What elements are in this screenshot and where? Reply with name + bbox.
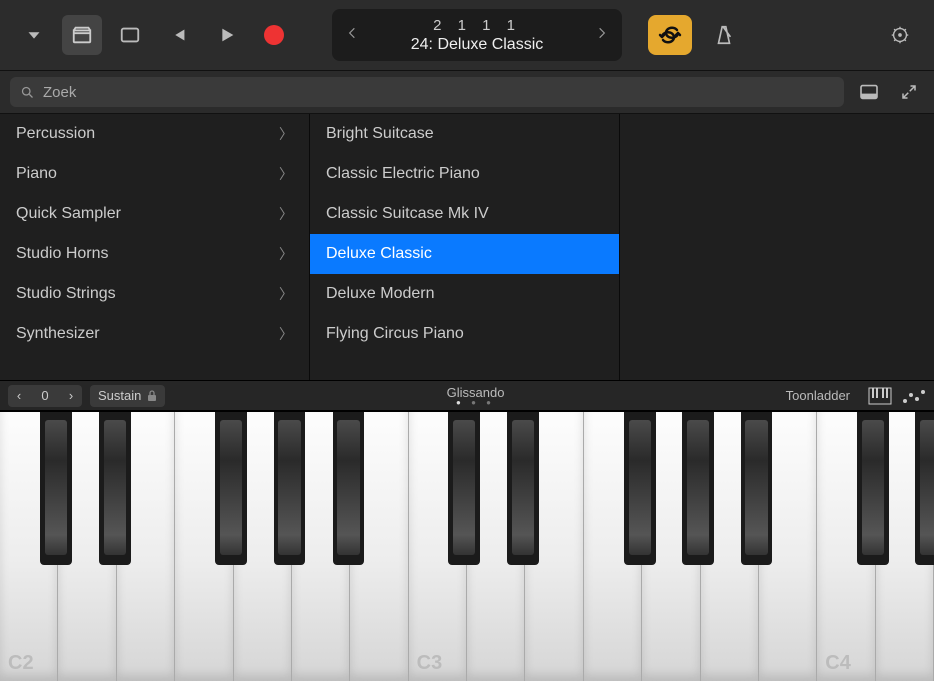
category-item[interactable]: Percussion 〉 [0, 114, 309, 154]
lcd-track-name: 24: Deluxe Classic [362, 36, 592, 54]
preset-label: Bright Suitcase [326, 125, 434, 143]
chevron-right-icon: 〉 [279, 324, 293, 344]
cycle-button[interactable] [648, 15, 692, 55]
preset-label: Classic Electric Piano [326, 165, 480, 183]
lock-icon [147, 390, 157, 402]
record-icon [264, 25, 284, 45]
keyboard-mode-center[interactable]: Glissando ● ● ● [173, 385, 777, 406]
chevron-right-icon: 〉 [279, 124, 293, 144]
page-dots: ● ● ● [173, 400, 777, 406]
menu-dropdown-button[interactable] [14, 15, 54, 55]
octave-value: 0 [30, 388, 60, 403]
metronome-icon [713, 24, 735, 46]
preset-item[interactable]: Classic Electric Piano [310, 154, 619, 194]
black-keys [0, 412, 934, 565]
category-label: Quick Sampler [16, 205, 121, 223]
scale-label[interactable]: Toonladder [786, 388, 850, 403]
octave-down-button[interactable]: ‹ [8, 388, 30, 403]
preset-item[interactable]: Flying Circus Piano [310, 314, 619, 354]
top-toolbar: 2 1 1 1 24: Deluxe Classic [0, 0, 934, 70]
record-button[interactable] [254, 15, 294, 55]
play-button[interactable] [206, 15, 246, 55]
category-item[interactable]: Studio Horns 〉 [0, 234, 309, 274]
search-bar: Zoek [0, 70, 934, 114]
keyboard-mode-icons [868, 387, 926, 405]
preset-item-selected[interactable]: Deluxe Classic [310, 234, 619, 274]
sustain-label: Sustain [98, 388, 141, 403]
sound-browser: Percussion 〉 Piano 〉 Quick Sampler 〉 Studio… [0, 114, 934, 380]
black-key[interactable] [40, 412, 72, 565]
search-placeholder: Zoek [43, 84, 76, 101]
lcd-next-icon[interactable] [592, 26, 612, 45]
black-key[interactable] [215, 412, 247, 565]
preset-label: Classic Suitcase Mk IV [326, 205, 489, 223]
black-key[interactable] [99, 412, 131, 565]
preset-label: Deluxe Modern [326, 285, 435, 303]
key-label: C3 [417, 652, 443, 675]
key-label: C4 [825, 652, 851, 675]
view-toggle-button[interactable] [854, 77, 884, 107]
search-input[interactable]: Zoek [10, 77, 844, 107]
category-label: Studio Strings [16, 285, 116, 303]
lcd-prev-icon[interactable] [342, 26, 362, 45]
keyboard-layout-icon[interactable] [868, 387, 892, 405]
detail-column [620, 114, 934, 380]
metronome-button[interactable] [704, 15, 744, 55]
go-to-start-button[interactable] [158, 15, 198, 55]
chevron-right-icon: 〉 [279, 244, 293, 264]
category-item[interactable]: Quick Sampler 〉 [0, 194, 309, 234]
preset-item[interactable]: Classic Suitcase Mk IV [310, 194, 619, 234]
octave-up-button[interactable]: › [60, 388, 82, 403]
piano-keyboard[interactable]: C2 C3 C4 [0, 410, 934, 681]
library-button[interactable] [62, 15, 102, 55]
gear-icon [889, 24, 911, 46]
category-item[interactable]: Synthesizer 〉 [0, 314, 309, 354]
expand-button[interactable] [894, 77, 924, 107]
arpeggiator-icon[interactable] [902, 387, 926, 405]
settings-button[interactable] [880, 15, 920, 55]
black-key[interactable] [448, 412, 480, 565]
chevron-right-icon: 〉 [279, 204, 293, 224]
view-button[interactable] [110, 15, 150, 55]
key-label: C2 [8, 652, 34, 675]
category-label: Percussion [16, 125, 95, 143]
black-key[interactable] [682, 412, 714, 565]
black-key[interactable] [333, 412, 365, 565]
black-key[interactable] [507, 412, 539, 565]
preset-label: Deluxe Classic [326, 245, 432, 263]
black-key[interactable] [741, 412, 773, 565]
black-key[interactable] [915, 412, 934, 565]
black-key[interactable] [274, 412, 306, 565]
category-label: Piano [16, 165, 57, 183]
sustain-button[interactable]: Sustain [90, 385, 165, 407]
cycle-icon [658, 26, 682, 44]
lcd-position: 2 1 1 1 [362, 17, 592, 34]
category-column: Percussion 〉 Piano 〉 Quick Sampler 〉 Studio… [0, 114, 310, 380]
chevron-right-icon: 〉 [279, 284, 293, 304]
lcd-display[interactable]: 2 1 1 1 24: Deluxe Classic [332, 9, 622, 61]
search-icon [20, 85, 35, 100]
octave-control: ‹ 0 › [8, 385, 82, 407]
category-item[interactable]: Piano 〉 [0, 154, 309, 194]
preset-item[interactable]: Deluxe Modern [310, 274, 619, 314]
keyboard-control-strip: ‹ 0 › Sustain Glissando ● ● ● Toonladder [0, 380, 934, 410]
category-item[interactable]: Studio Strings 〉 [0, 274, 309, 314]
black-key[interactable] [857, 412, 889, 565]
preset-column: Bright Suitcase Classic Electric Piano C… [310, 114, 620, 380]
category-label: Synthesizer [16, 325, 100, 343]
preset-label: Flying Circus Piano [326, 325, 464, 343]
category-label: Studio Horns [16, 245, 109, 263]
black-key[interactable] [624, 412, 656, 565]
preset-item[interactable]: Bright Suitcase [310, 114, 619, 154]
chevron-right-icon: 〉 [279, 164, 293, 184]
lcd-center: 2 1 1 1 24: Deluxe Classic [362, 17, 592, 54]
